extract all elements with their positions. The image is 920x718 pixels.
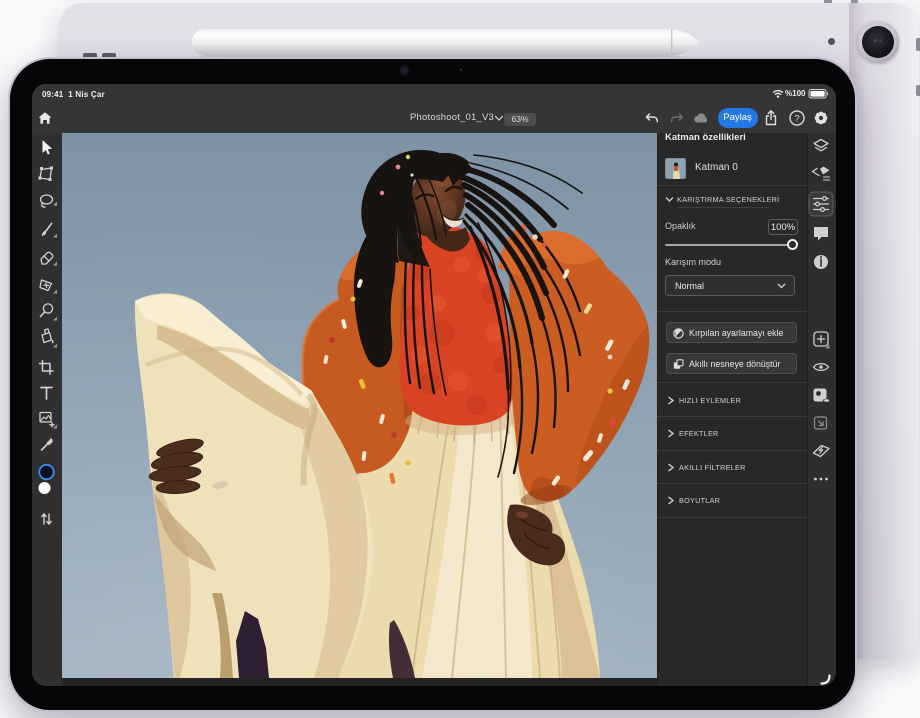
svg-text:?: ? (794, 113, 799, 124)
